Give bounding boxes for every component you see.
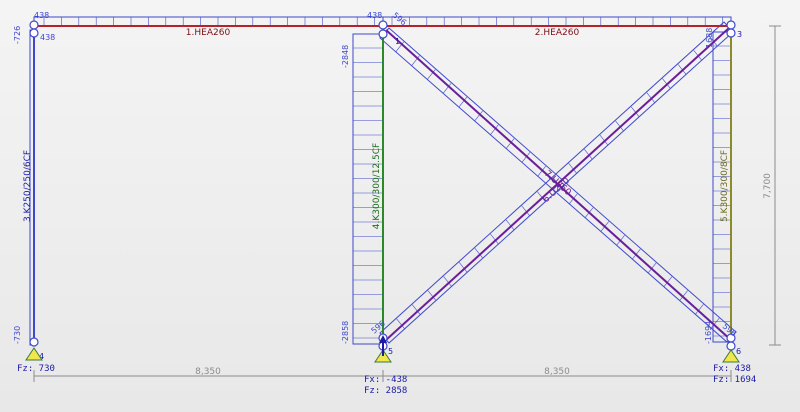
reaction-mid-fx: Fx: -438 — [364, 375, 407, 385]
node-number-3: 3 — [737, 30, 742, 39]
node-top-mid[interactable] — [378, 20, 388, 30]
node-base-right-lower[interactable] — [726, 341, 736, 351]
reaction-right-fx: Fx: 438 — [713, 364, 751, 374]
node-base-left[interactable] — [29, 337, 39, 347]
reaction-left-fz: Fz: 730 — [17, 364, 55, 374]
dimension-height: 7,700 — [763, 173, 773, 199]
value-top-left-1: 438 — [34, 11, 49, 20]
node-number-1: 1 — [395, 37, 400, 46]
node-top-right-lower[interactable] — [726, 28, 736, 38]
column-4-label: 4.K300/300/12.5CF — [372, 143, 382, 229]
value-right-bottom: -1694 — [704, 321, 713, 344]
value-mid-base: 596 — [370, 319, 387, 336]
value-mid-col-top: -2848 — [341, 45, 350, 68]
beam-1-label: 1.HEA260 — [186, 28, 231, 38]
value-top-mid: 438 — [367, 11, 382, 20]
dimension-span-right: 8,350 — [544, 367, 570, 377]
node-top-left[interactable] — [29, 20, 39, 30]
column-5-label: 5.K300/300/8CF — [720, 150, 730, 222]
column-3-label: 3.K250/250/6CF — [23, 150, 33, 222]
node-top-left-lower[interactable] — [29, 28, 39, 38]
beam-2-label: 2.HEA260 — [535, 28, 580, 38]
value-right-top: 1688 — [705, 28, 714, 48]
frame-diagram-canvas[interactable]: 8,350 8,350 7,700 1.HEA260 2.HEA260 3.K2… — [0, 0, 800, 412]
value-top-mid-2: 596 — [391, 11, 408, 28]
reaction-mid-fz: Fz: 2858 — [364, 386, 407, 396]
structural-model-viewport[interactable]: 8,350 8,350 7,700 1.HEA260 2.HEA260 3.K2… — [0, 0, 800, 412]
reaction-right-fz: Fz: 1694 — [713, 375, 756, 385]
value-left-col-top: -726 — [13, 26, 22, 44]
value-mid-col-bottom: -2858 — [341, 321, 350, 344]
dimension-span-left: 8,350 — [195, 367, 221, 377]
node-top-right[interactable] — [726, 20, 736, 30]
node-top-mid-lower[interactable] — [378, 29, 388, 39]
value-top-left-2: 438 — [40, 33, 55, 42]
node-number-6: 6 — [736, 347, 741, 356]
node-number-5: 5 — [388, 347, 393, 356]
value-left-col-bottom: -730 — [13, 326, 22, 344]
dimension-lines — [33, 25, 781, 382]
